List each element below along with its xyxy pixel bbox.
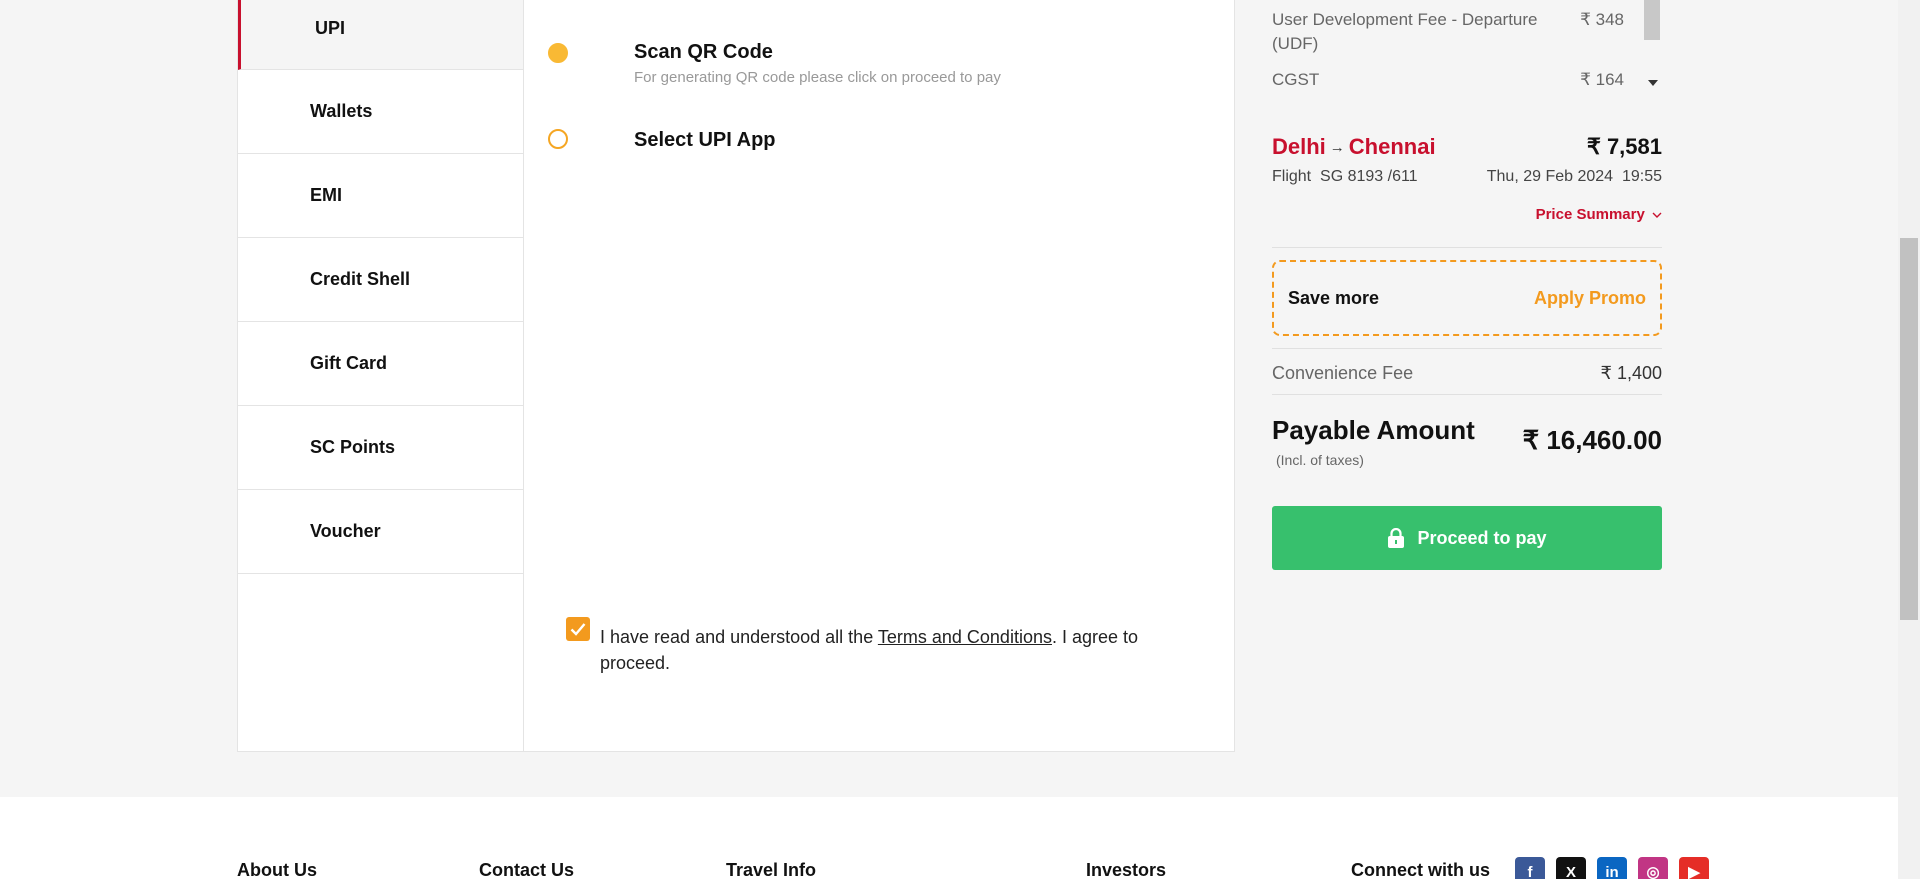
menu-item-label: Credit Shell — [310, 269, 411, 289]
page-scrollbar-thumb[interactable] — [1900, 238, 1918, 620]
instagram-icon[interactable]: ◎ — [1638, 857, 1668, 879]
upi-panel: Scan QR Code For generating QR code plea… — [524, 0, 1235, 752]
origin-city: Delhi — [1272, 134, 1326, 159]
terms-text-before: I have read and understood all the — [600, 627, 878, 647]
select-upi-app-radio[interactable] — [548, 129, 568, 149]
linkedin-icon[interactable]: in — [1597, 857, 1627, 879]
footer-link-contact-us[interactable]: Contact Us — [479, 860, 574, 879]
destination-city: Chennai — [1348, 134, 1436, 159]
apply-promo-link[interactable]: Apply Promo — [1534, 288, 1646, 309]
flight-details: Flight SG 8193 /611 Thu, 29 Feb 2024 19:… — [1272, 168, 1662, 186]
fee-scrollbar-thumb[interactable] — [1644, 0, 1660, 40]
route: Delhi → Chennai — [1272, 134, 1436, 160]
flight-datetime: Thu, 29 Feb 2024 19:55 — [1486, 168, 1662, 185]
flight-number: SG 8193 /611 — [1320, 168, 1418, 185]
scan-qr-radio[interactable] — [548, 43, 568, 63]
convenience-fee-row: Convenience Fee ₹ 1,400 — [1272, 349, 1662, 394]
select-upi-app-title: Select UPI App — [634, 129, 776, 151]
menu-item-sc-points[interactable]: SC Points — [238, 406, 523, 490]
proceed-to-pay-button[interactable]: Proceed to pay — [1272, 506, 1662, 570]
promo-label: Save more — [1288, 287, 1380, 308]
price-summary-label: Price Summary — [1535, 206, 1645, 223]
fee-amount: ₹ 348 — [1580, 10, 1624, 29]
menu-item-credit-shell[interactable]: Credit Shell — [238, 238, 523, 322]
terms-checkbox[interactable] — [566, 617, 590, 641]
menu-item-label: Gift Card — [310, 353, 388, 373]
fee-row: CGST ₹ 164 — [1272, 68, 1624, 92]
proceed-label: Proceed to pay — [1417, 527, 1547, 548]
payment-method-menu: UPI Wallets EMI Credit Shell Gift Card S… — [237, 0, 524, 752]
route-arrow-icon: → — [1329, 138, 1345, 156]
payable-row: Payable Amount (Incl. of taxes) ₹ 16,460… — [1272, 415, 1662, 468]
lock-icon — [1388, 528, 1405, 548]
payable-note: (Incl. of taxes) — [1276, 452, 1364, 468]
menu-item-label: Voucher — [310, 521, 381, 541]
facebook-icon[interactable]: f — [1515, 857, 1545, 879]
payable-amount-label: Payable Amount — [1272, 415, 1475, 445]
menu-item-voucher[interactable]: Voucher — [238, 490, 523, 574]
base-fare: ₹ 7,581 — [1586, 134, 1662, 159]
footer-link-travel-info[interactable]: Travel Info — [726, 860, 816, 879]
price-summary-toggle[interactable]: Price Summary — [1272, 206, 1662, 223]
scan-qr-subtitle: For generating QR code please click on p… — [634, 69, 1001, 86]
scroll-down-arrow-icon[interactable] — [1648, 80, 1658, 86]
page-scrollbar[interactable] — [1898, 0, 1920, 879]
chevron-down-icon — [1652, 212, 1662, 218]
check-icon — [570, 623, 586, 636]
fee-label: User Development Fee - Departure (UDF) — [1272, 10, 1538, 53]
menu-item-label: SC Points — [310, 437, 396, 457]
footer-link-investors[interactable]: Investors — [1086, 860, 1166, 879]
menu-item-upi[interactable]: UPI — [238, 0, 523, 70]
x-icon[interactable]: X — [1556, 857, 1586, 879]
divider — [1272, 247, 1662, 248]
connect-label: Connect with us — [1351, 860, 1490, 879]
fee-label: CGST — [1272, 70, 1320, 89]
footer-link-about-us[interactable]: About Us — [237, 860, 317, 879]
route-row: Delhi → Chennai ₹ 7,581 — [1272, 134, 1662, 160]
scan-qr-title: Scan QR Code — [634, 41, 773, 63]
fee-amount: ₹ 164 — [1580, 70, 1624, 89]
convenience-fee-label: Convenience Fee — [1272, 363, 1414, 383]
select-upi-app-option[interactable]: Select UPI App — [548, 129, 776, 151]
scan-qr-option[interactable]: Scan QR Code For generating QR code plea… — [548, 41, 1001, 86]
terms-agreement: I have read and understood all the Terms… — [566, 617, 1206, 676]
footer: About Us Contact Us Travel Info Investor… — [0, 797, 1898, 879]
youtube-icon[interactable]: ▶ — [1679, 857, 1709, 879]
payable-amount: ₹ 16,460.00 — [1522, 425, 1662, 455]
flight-label: Flight — [1272, 168, 1312, 185]
menu-item-label: Wallets — [310, 101, 373, 121]
menu-item-label: UPI — [315, 18, 346, 38]
menu-item-emi[interactable]: EMI — [238, 154, 523, 238]
menu-item-wallets[interactable]: Wallets — [238, 70, 523, 154]
terms-text: I have read and understood all the Terms… — [600, 624, 1206, 676]
convenience-fee-amount: ₹ 1,400 — [1600, 363, 1663, 383]
menu-item-label: EMI — [310, 185, 343, 205]
fee-row: User Development Fee - Departure (UDF) ₹… — [1272, 8, 1624, 56]
terms-and-conditions-link[interactable]: Terms and Conditions — [878, 627, 1052, 647]
promo-box: Save more Apply Promo — [1272, 260, 1662, 336]
divider — [1272, 394, 1662, 395]
fee-scrollbar[interactable] — [1644, 0, 1662, 100]
fare-summary-panel: User Development Fee - Departure (UDF) ₹… — [1272, 0, 1662, 570]
fee-breakdown: User Development Fee - Departure (UDF) ₹… — [1272, 0, 1662, 100]
menu-item-gift-card[interactable]: Gift Card — [238, 322, 523, 406]
